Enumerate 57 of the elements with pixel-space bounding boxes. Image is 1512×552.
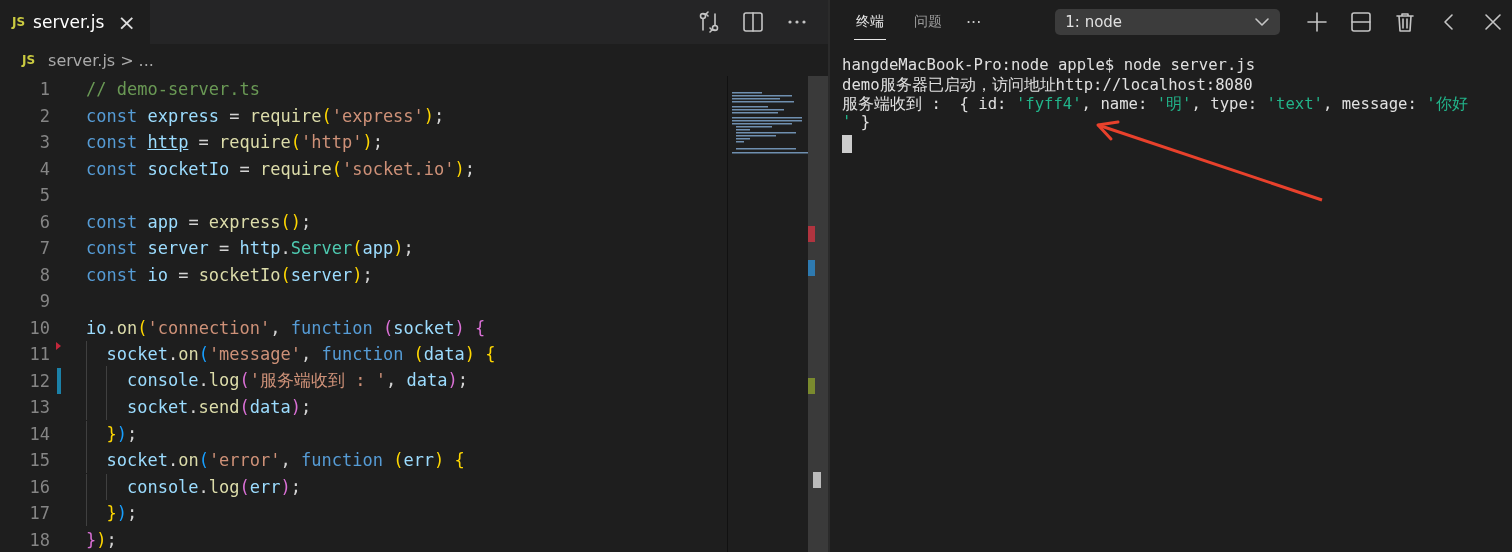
line-number: 3: [38, 132, 50, 153]
code-line: });: [86, 529, 117, 550]
terminal-cursor: [842, 135, 852, 153]
line-number: 12: [28, 370, 50, 391]
line-number: 8: [38, 264, 50, 285]
panel-tab[interactable]: 问题: [912, 4, 944, 40]
terminal-output-line: 服务端收到 : { id: 'fyff4', name: '明', type: 'text', message: '你好: [842, 94, 1468, 113]
js-file-icon: JS: [12, 15, 26, 29]
more-button[interactable]: ···: [966, 12, 982, 32]
code-line: const express = require('express');: [86, 105, 445, 126]
compare-changes-icon[interactable]: [698, 11, 720, 33]
js-file-icon: JS: [22, 53, 36, 67]
line-number: 17: [28, 503, 50, 524]
breadcrumb-item[interactable]: ...: [138, 50, 154, 70]
code-line: socket.on('error', function (err) {: [86, 450, 465, 471]
line-number: 4: [38, 158, 50, 179]
line-number: 11: [28, 344, 50, 365]
code-line: socket.on('message', function (data) {: [86, 344, 496, 365]
terminal-select[interactable]: 1: node: [1055, 9, 1281, 35]
code-line: });: [86, 423, 138, 444]
code-line: const socketIo = require('socket.io');: [86, 158, 476, 179]
code-line: });: [86, 503, 138, 524]
line-number: 18: [28, 529, 50, 550]
breadcrumb-separator: >: [120, 50, 134, 70]
line-number: 5: [38, 185, 50, 206]
line-number: 10: [28, 317, 50, 338]
terminal-output-line: demo服务器已启动，访问地址http://localhost:8080: [842, 75, 1253, 94]
code-line: io.on('connection', function (socket) {: [86, 317, 486, 338]
breadcrumb-item[interactable]: server.js: [48, 50, 116, 70]
plus-icon[interactable]: [1306, 11, 1329, 33]
split-editor-icon[interactable]: [742, 11, 764, 33]
scrollbar[interactable]: [808, 76, 828, 552]
line-number: 14: [28, 423, 50, 444]
terminal-output-line: hangdeMacBook-Pro:node apple$ node server.js: [842, 56, 1256, 75]
line-number: 1: [38, 79, 50, 100]
code-line: console.log('服务端收到 : ', data);: [86, 369, 468, 393]
line-number: 2: [38, 105, 50, 126]
line-number: 7: [38, 238, 50, 259]
terminal-output-line: ' }: [842, 113, 871, 132]
close-button[interactable]: ×: [117, 9, 136, 35]
line-number: 9: [38, 291, 50, 312]
panel-tab[interactable]: 终端: [854, 4, 886, 40]
line-number: 13: [28, 397, 50, 418]
code-line: // demo-server.ts: [86, 79, 260, 100]
code-line: const app = express();: [86, 211, 312, 232]
trash-icon[interactable]: [1394, 11, 1417, 33]
code-line: socket.send(data);: [86, 397, 312, 418]
code-line: console.log(err);: [86, 476, 302, 497]
line-number: 6: [38, 211, 50, 232]
tab-label: server.js: [33, 12, 105, 32]
line-number: 15: [28, 450, 50, 471]
code-line: const server = http.Server(app);: [86, 238, 414, 259]
code-line: const http = require('http');: [86, 132, 383, 153]
editor-tab[interactable]: JS server.js ×: [0, 0, 150, 44]
code-line: const io = socketIo(server);: [86, 264, 373, 285]
split-terminal-icon[interactable]: [1350, 11, 1373, 33]
line-number: 16: [28, 476, 50, 497]
